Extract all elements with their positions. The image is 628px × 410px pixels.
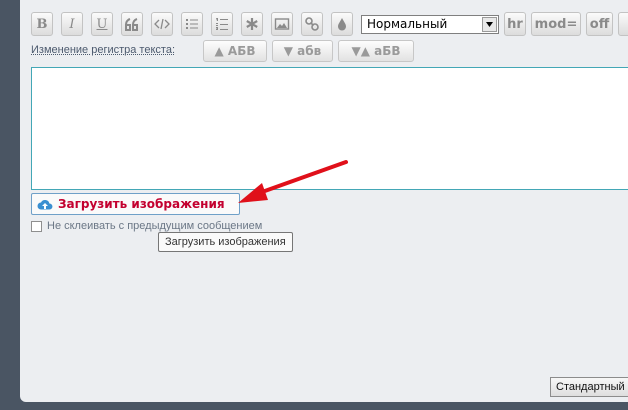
hr-button[interactable]: hr (504, 12, 526, 36)
off-button[interactable]: off (586, 12, 613, 36)
numbered-list-button[interactable] (211, 12, 233, 36)
italic-button[interactable]: I (61, 12, 83, 36)
uppercase-button[interactable]: ▲ АБВ (203, 40, 267, 62)
merge-checkbox[interactable] (31, 220, 42, 232)
code-icon (154, 18, 170, 30)
cloud-upload-icon (37, 200, 53, 210)
more-button[interactable] (618, 12, 628, 36)
merge-option[interactable]: Не склеивать с предыдущим сообщением (31, 220, 262, 232)
link-button[interactable] (301, 12, 323, 36)
spoiler-button[interactable] (241, 12, 263, 36)
bulleted-list-icon (186, 19, 198, 29)
droplet-icon (338, 18, 346, 31)
bulleted-list-button[interactable] (181, 12, 203, 36)
link-icon (305, 17, 319, 31)
underline-button[interactable]: U (91, 12, 113, 36)
toggle-case-button[interactable]: ▼▲ аБВ (338, 40, 414, 62)
quote-icon (125, 18, 138, 31)
chevron-down-icon[interactable] (482, 17, 497, 32)
image-button[interactable] (271, 12, 293, 36)
merge-option-label: Не склеивать с предыдущим сообщением (47, 220, 263, 232)
numbered-list-icon (216, 18, 228, 30)
paragraph-format-select[interactable]: Нормальный (361, 15, 499, 34)
code-button[interactable] (151, 12, 173, 36)
case-change-label: Изменение регистра текста: (31, 44, 175, 56)
quote-button[interactable] (121, 12, 143, 36)
image-icon (274, 18, 290, 30)
lowercase-button[interactable]: ▼ абв (272, 40, 333, 62)
upload-images-label: Загрузить изображения (58, 197, 225, 211)
paragraph-format-value: Нормальный (367, 17, 448, 31)
mod-button[interactable]: mod= (531, 12, 581, 36)
message-textarea[interactable] (31, 67, 628, 190)
asterisk-icon (246, 18, 258, 30)
bold-button[interactable]: B (31, 12, 53, 36)
upload-images-button[interactable]: Загрузить изображения (31, 193, 240, 215)
upload-tooltip: Загрузить изображения (158, 232, 293, 252)
standard-button[interactable]: Стандартный (550, 377, 628, 397)
color-button[interactable] (331, 12, 353, 36)
